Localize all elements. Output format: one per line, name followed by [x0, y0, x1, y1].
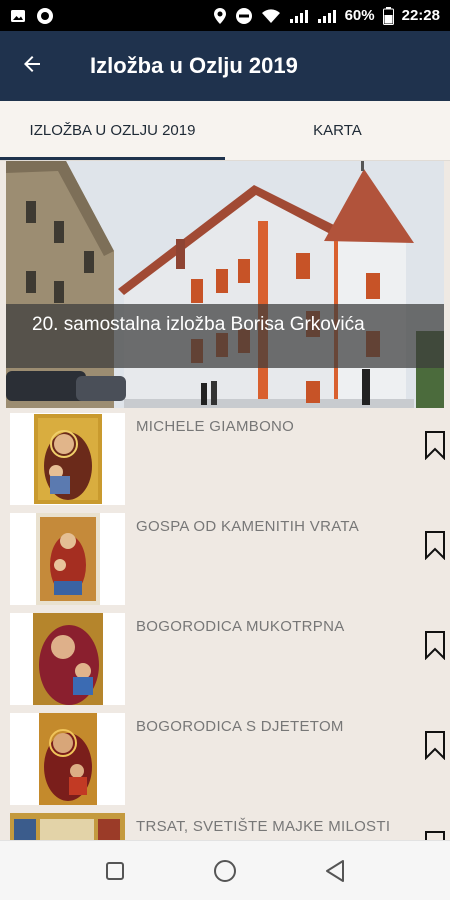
hero-caption-text: 20. samostalna izložba Borisa Grkovića [32, 314, 365, 335]
do-not-disturb-icon [235, 7, 253, 25]
system-nav-bar [0, 840, 450, 900]
recent-apps-button[interactable] [95, 851, 135, 891]
back-button[interactable] [0, 31, 64, 101]
tab-exhibition[interactable]: IZLOŽBA U OZLJU 2019 [0, 101, 225, 160]
artwork-thumbnail [10, 513, 125, 605]
bookmark-button[interactable] [424, 730, 446, 761]
hero-caption: 20. samostalna izložba Borisa Grkovića [6, 304, 444, 368]
recent-apps-icon [106, 861, 124, 880]
list-item[interactable]: GOSPA OD KAMENITIH VRATA [0, 508, 450, 608]
gallery-icon [10, 8, 26, 24]
artwork-title: GOSPA OD KAMENITIH VRATA [136, 518, 360, 535]
tab-bar: IZLOŽBA U OZLJU 2019 KARTA [0, 101, 450, 161]
signal-icon [289, 8, 309, 24]
bookmark-icon [425, 731, 445, 761]
artwork-thumbnail [10, 613, 125, 705]
castle-photo [6, 161, 444, 408]
artwork-title: TRSAT, SVETIŠTE MAJKE MILOSTI [136, 818, 391, 835]
system-back-button[interactable] [315, 851, 355, 891]
artwork-list: MICHELE GIAMBONO GOSPA OD KAMENITIH VRAT… [0, 408, 450, 900]
page-title: Izložba u Ozlju 2019 [90, 53, 298, 78]
bookmark-icon [425, 631, 445, 661]
clock: 22:28 [401, 7, 440, 24]
wifi-icon [261, 8, 281, 24]
home-icon [214, 859, 236, 882]
bookmark-button[interactable] [424, 530, 446, 561]
bookmark-icon [425, 431, 445, 461]
status-bar: 60% 22:28 [0, 0, 450, 31]
signal-icon [317, 8, 337, 24]
list-item[interactable]: BOGORODICA MUKOTRPNA [0, 608, 450, 708]
hero-image[interactable]: 20. samostalna izložba Borisa Grkovića [6, 161, 444, 408]
artwork-title: BOGORODICA MUKOTRPNA [136, 618, 345, 635]
battery-icon [382, 6, 394, 25]
bookmark-button[interactable] [424, 630, 446, 661]
artwork-thumbnail [10, 413, 125, 505]
location-icon [213, 7, 227, 25]
bookmark-button[interactable] [424, 430, 446, 461]
app-bar: Izložba u Ozlju 2019 [0, 31, 450, 101]
home-button[interactable] [205, 851, 245, 891]
back-icon [326, 859, 344, 882]
circle-icon [36, 7, 54, 25]
tab-map[interactable]: KARTA [225, 101, 450, 160]
battery-percent: 60% [344, 7, 375, 24]
list-item[interactable]: MICHELE GIAMBONO [0, 408, 450, 508]
bookmark-icon [425, 531, 445, 561]
artwork-title: MICHELE GIAMBONO [136, 418, 295, 435]
artwork-thumbnail [10, 713, 125, 805]
list-item[interactable]: BOGORODICA S DJETETOM [0, 708, 450, 808]
arrow-left-icon [20, 52, 44, 81]
artwork-title: BOGORODICA S DJETETOM [136, 718, 344, 735]
